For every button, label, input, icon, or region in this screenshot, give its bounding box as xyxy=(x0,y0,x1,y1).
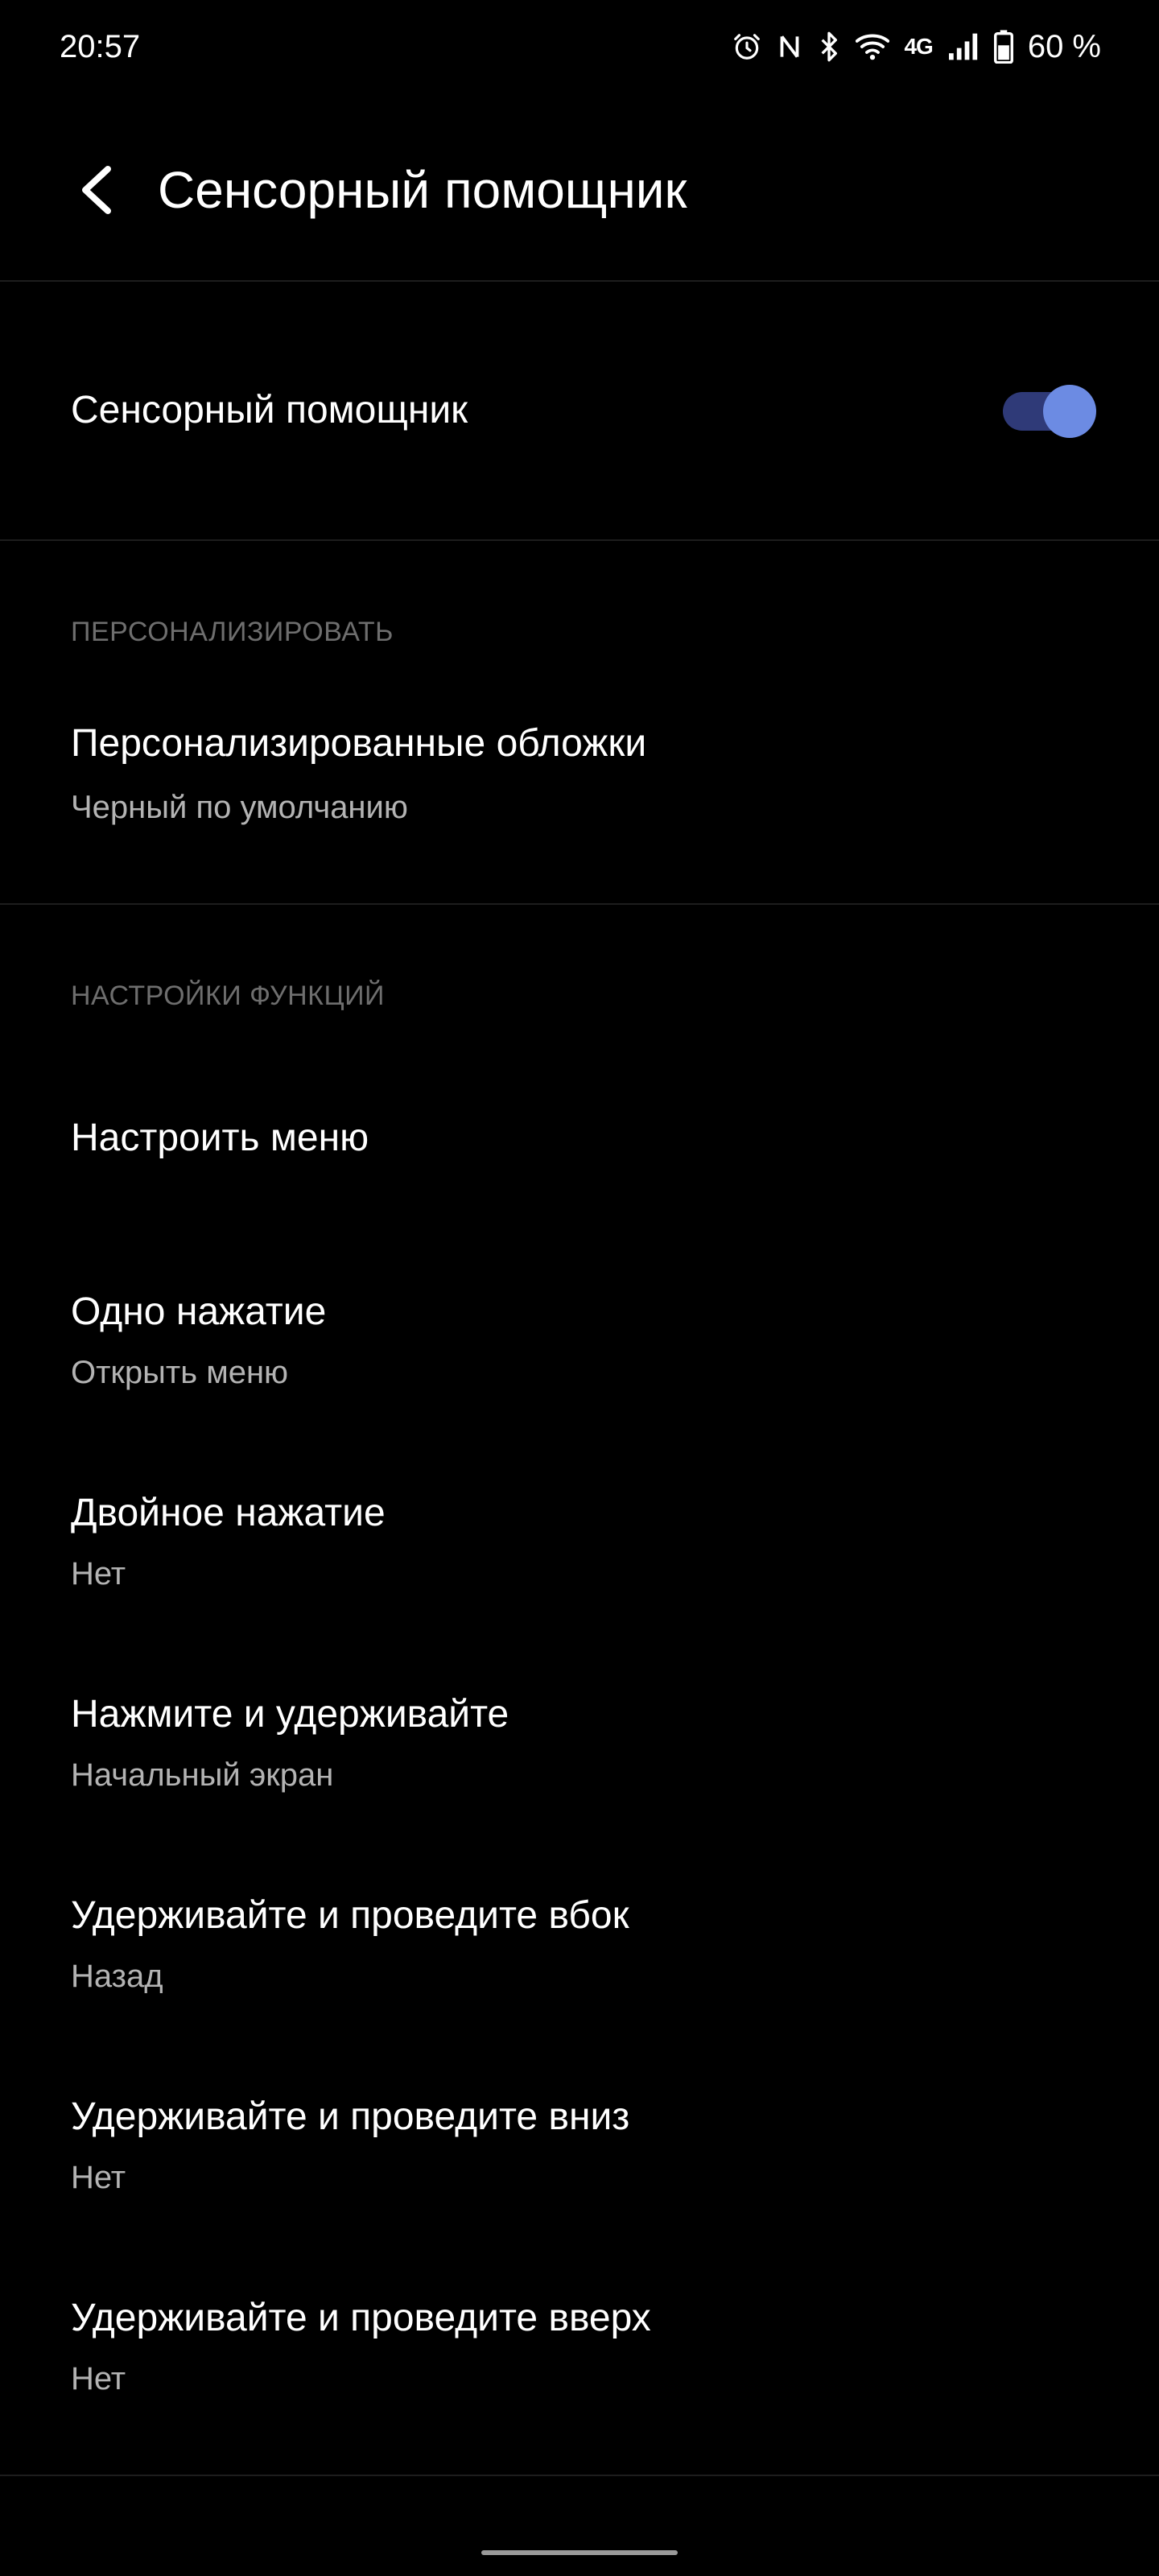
list-item-single-tap[interactable]: Одно нажатие Открыть меню xyxy=(0,1272,1159,1433)
list-item-subtitle: Черный по умолчанию xyxy=(71,790,408,825)
section-header-feature-settings: НАСТРОЙКИ ФУНКЦИЙ xyxy=(71,980,385,1011)
list-item-subtitle: Нет xyxy=(71,2160,126,2195)
main-toggle-row[interactable]: Сенсорный помощник xyxy=(0,282,1159,541)
back-button[interactable] xyxy=(64,158,129,222)
list-item-subtitle: Открыть меню xyxy=(71,1355,289,1390)
status-bar: 20:57 4G 60 % xyxy=(0,0,1159,93)
list-item-subtitle: Нет xyxy=(71,1556,126,1591)
list-item-title: Удерживайте и проведите вниз xyxy=(71,2095,630,2138)
toggle-thumb xyxy=(1043,385,1096,438)
list-item-title: Настроить меню xyxy=(71,1117,369,1159)
list-item-hold-swipe-up[interactable]: Удерживайте и проведите вверх Нет xyxy=(0,2278,1159,2439)
list-item-double-tap[interactable]: Двойное нажатие Нет xyxy=(0,1473,1159,1634)
bottom-divider xyxy=(0,2475,1159,2476)
list-item-subtitle: Нет xyxy=(71,2361,126,2396)
main-toggle-switch[interactable] xyxy=(1003,385,1098,438)
nfc-icon xyxy=(777,31,802,62)
status-time: 20:57 xyxy=(60,29,141,64)
battery-percentage: 60 % xyxy=(1027,28,1101,64)
page-title: Сенсорный помощник xyxy=(158,161,687,219)
main-toggle-label: Сенсорный помощник xyxy=(71,389,468,431)
list-item-press-and-hold[interactable]: Нажмите и удерживайте Начальный экран xyxy=(0,1674,1159,1835)
list-item-title: Удерживайте и проведите вбок xyxy=(71,1894,629,1937)
list-item-title: Двойное нажатие xyxy=(71,1492,386,1534)
section-divider xyxy=(0,903,1159,905)
gesture-nav-handle[interactable] xyxy=(481,2550,678,2555)
signal-icon xyxy=(947,32,980,61)
app-bar: Сенсорный помощник xyxy=(0,93,1159,282)
alarm-icon xyxy=(732,31,762,62)
wifi-icon xyxy=(856,32,890,61)
network-type: 4G xyxy=(904,34,933,59)
back-arrow-icon xyxy=(82,166,111,214)
list-item-title: Удерживайте и проведите вверх xyxy=(71,2297,651,2339)
list-item-title: Одно нажатие xyxy=(71,1290,327,1333)
list-item-custom-covers[interactable]: Персонализированные обложки Черный по ум… xyxy=(0,708,1159,845)
list-item-hold-swipe-down[interactable]: Удерживайте и проведите вниз Нет xyxy=(0,2077,1159,2238)
list-item-subtitle: Назад xyxy=(71,1959,163,1994)
list-item-title: Персонализированные обложки xyxy=(71,722,647,765)
list-item-hold-swipe-side[interactable]: Удерживайте и проведите вбок Назад xyxy=(0,1876,1159,2037)
battery-icon xyxy=(993,30,1013,64)
bluetooth-icon xyxy=(817,31,841,63)
section-header-personalize: ПЕРСОНАЛИЗИРОВАТЬ xyxy=(71,617,394,647)
list-item-subtitle: Начальный экран xyxy=(71,1757,334,1793)
list-item-customize-menu[interactable]: Настроить меню xyxy=(0,1087,1159,1191)
status-icons: 4G 60 % xyxy=(732,24,1101,69)
list-item-title: Нажмите и удерживайте xyxy=(71,1693,509,1736)
